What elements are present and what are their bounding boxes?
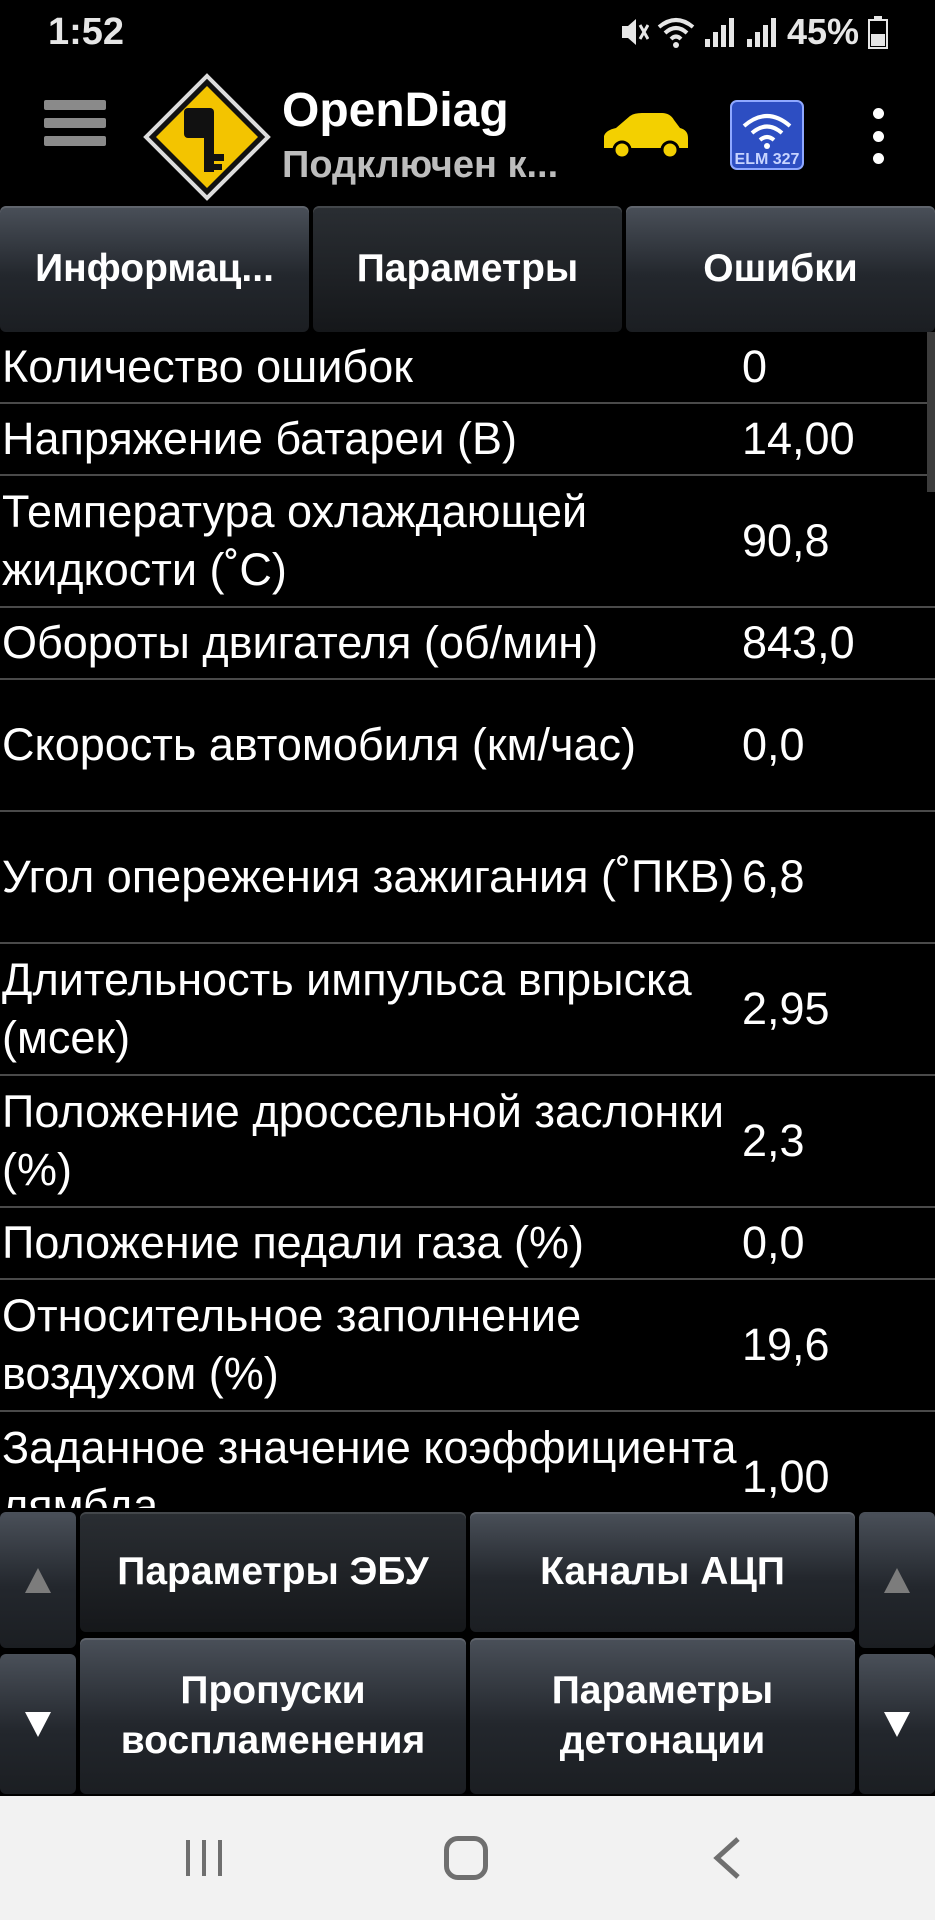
signal-icon-2 — [746, 18, 776, 47]
param-value: 14,00 — [742, 413, 855, 464]
knock-params-button[interactable]: Параметры детонации — [470, 1638, 855, 1794]
app-bar: OpenDiag Подключен к... ELM 327 — [0, 64, 935, 206]
battery-icon — [868, 16, 888, 49]
triangle-up-icon — [25, 1568, 51, 1593]
triangle-down-icon — [884, 1712, 910, 1737]
car-icon[interactable] — [600, 108, 690, 160]
bottom-panel: Параметры ЭБУ Каналы АЦП Пропуски воспла… — [0, 1508, 935, 1796]
param-value: 2,95 — [742, 983, 830, 1034]
param-name: Количество ошибок — [2, 341, 413, 392]
recent-apps-icon[interactable] — [184, 1838, 224, 1878]
param-value: 0,0 — [742, 719, 805, 770]
param-value: 19,6 — [742, 1319, 830, 1370]
param-row: Положение педали газа (%) 0,0 — [0, 1208, 935, 1280]
param-row: Количество ошибок 0 — [0, 332, 935, 404]
wifi-icon — [657, 18, 695, 48]
param-value: 1,00 — [742, 1451, 830, 1502]
param-value: 6,8 — [742, 851, 805, 902]
triangle-up-icon — [884, 1568, 910, 1593]
param-row: Обороты двигателя (об/мин) 843,0 — [0, 608, 935, 680]
tab-parameters[interactable]: Параметры — [313, 206, 622, 332]
home-icon[interactable] — [444, 1836, 488, 1880]
app-titles: OpenDiag Подключен к... — [282, 82, 592, 190]
param-name: Обороты двигателя (об/мин) — [2, 617, 599, 668]
param-name: Угол опережения зажигания (˚ПКВ) — [2, 851, 735, 902]
scroll-down-right-button[interactable] — [859, 1654, 935, 1794]
param-value: 90,8 — [742, 515, 830, 566]
elm327-adapter-icon[interactable]: ELM 327 — [730, 100, 804, 170]
elm-label: ELM 327 — [735, 151, 800, 168]
param-name: Скорость автомобиля (км/час) — [2, 719, 636, 770]
tab-bar: Информац... Параметры Ошибки — [0, 206, 935, 332]
triangle-down-icon — [25, 1712, 51, 1737]
signal-icon — [704, 18, 734, 47]
scroll-up-left-button[interactable] — [0, 1512, 76, 1648]
param-row: Температура охлаждающей жидкости (˚С) 90… — [0, 476, 935, 608]
adc-channels-button[interactable]: Каналы АЦП — [470, 1512, 855, 1632]
param-name: Относительное заполнение воздухом (%) — [2, 1290, 582, 1399]
status-icons: 45% — [619, 11, 889, 53]
mute-icon — [621, 19, 649, 45]
param-name: Заданное значение коэффициента лямбда — [2, 1422, 737, 1508]
param-name: Напряжение батареи (В) — [2, 413, 518, 464]
param-name: Положение педали газа (%) — [2, 1217, 584, 1268]
param-row: Напряжение батареи (В) 14,00 — [0, 404, 935, 476]
tab-information[interactable]: Информац... — [0, 206, 309, 332]
list-scrollbar[interactable] — [927, 332, 935, 492]
param-value: 843,0 — [742, 617, 855, 668]
param-row: Угол опережения зажигания (˚ПКВ) 6,8 — [0, 812, 935, 944]
parameters-list[interactable]: Количество ошибок 0 Напряжение батареи (… — [0, 332, 935, 1508]
back-icon[interactable] — [712, 1836, 742, 1880]
status-time: 1:52 — [48, 10, 125, 53]
tab-errors[interactable]: Ошибки — [626, 206, 935, 332]
scroll-down-left-button[interactable] — [0, 1654, 76, 1794]
param-value: 0,0 — [742, 1217, 805, 1268]
status-bar: 1:52 45% — [0, 0, 935, 64]
scroll-up-right-button[interactable] — [859, 1512, 935, 1648]
param-row: Относительное заполнение воздухом (%) 19… — [0, 1280, 935, 1412]
misfires-button[interactable]: Пропуски воспламенения — [80, 1638, 466, 1794]
param-value: 0 — [742, 341, 768, 392]
ecu-params-button[interactable]: Параметры ЭБУ — [80, 1512, 466, 1632]
param-name: Температура охлаждающей жидкости (˚С) — [2, 486, 588, 595]
param-row: Положение дроссельной заслонки (%) 2,3 — [0, 1076, 935, 1208]
param-value: 2,3 — [742, 1115, 805, 1166]
app-logo-icon — [143, 73, 271, 201]
param-row: Заданное значение коэффициента лямбда 1,… — [0, 1412, 935, 1508]
connection-status: Подключен к... — [282, 144, 559, 186]
hamburger-menu-icon[interactable] — [44, 100, 106, 166]
system-navigation-bar — [0, 1796, 935, 1920]
app-title: OpenDiag — [282, 84, 509, 137]
param-name: Положение дроссельной заслонки (%) — [2, 1086, 724, 1195]
param-row: Скорость автомобиля (км/час) 0,0 — [0, 680, 935, 812]
battery-percent: 45% — [786, 11, 859, 52]
overflow-menu-icon[interactable] — [866, 108, 890, 164]
param-row: Длительность импульса впрыска (мсек) 2,9… — [0, 944, 935, 1076]
param-name: Длительность импульса впрыска (мсек) — [2, 954, 692, 1063]
